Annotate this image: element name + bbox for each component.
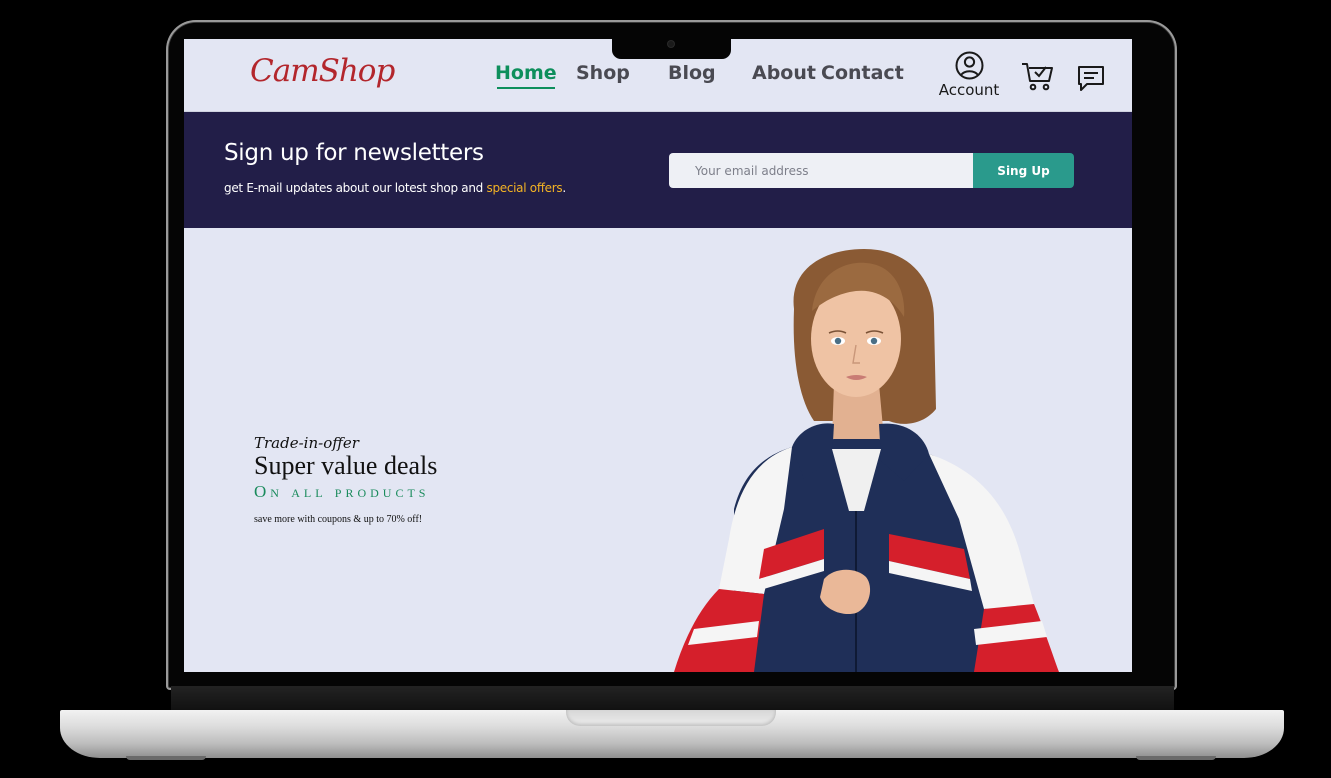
nav-blog[interactable]: Blog — [668, 62, 716, 84]
hero-title: Super value deals — [254, 451, 438, 480]
email-field[interactable] — [669, 153, 973, 188]
nav-contact[interactable]: Contact — [821, 62, 904, 84]
newsletter-subtitle-end: . — [562, 181, 566, 195]
user-circle-icon — [955, 51, 983, 80]
hero-note: save more with coupons & up to 70% off! — [254, 514, 423, 525]
newsletter-subtitle: get E-mail updates about our lotest shop… — [224, 181, 566, 195]
site-logo[interactable]: CamShop — [250, 53, 395, 89]
account-button[interactable]: Account — [936, 51, 1002, 101]
laptop-opening-notch — [566, 710, 776, 726]
laptop-foot — [1136, 756, 1216, 760]
nav-home[interactable]: Home — [495, 62, 557, 89]
camera-icon — [668, 41, 674, 47]
special-offers-link: special offers — [486, 181, 563, 195]
laptop-foot — [126, 756, 206, 760]
nav-about[interactable]: About — [752, 62, 816, 84]
cart-check-icon[interactable] — [1020, 60, 1056, 92]
camera-notch — [612, 39, 731, 59]
nav-shop[interactable]: Shop — [576, 62, 630, 84]
hero-subtitle: On all products — [254, 482, 430, 501]
laptop-chin — [171, 686, 1174, 710]
hero-section: Trade-in-offer Super value deals On all … — [184, 229, 1132, 672]
newsletter-subtitle-text: get E-mail updates about our lotest shop… — [224, 181, 487, 195]
signup-button[interactable]: Sing Up — [973, 153, 1074, 188]
newsletter-section: Sign up for newsletters get E-mail updat… — [184, 112, 1132, 228]
hero-kicker: Trade-in-offer — [254, 434, 359, 452]
chat-bubble-icon[interactable] — [1076, 64, 1106, 94]
laptop-screen: CamShop Home Shop Blog About Contact Acc… — [184, 39, 1132, 672]
hero-model-image — [674, 249, 1059, 672]
account-label: Account — [938, 81, 1000, 99]
newsletter-title: Sign up for newsletters — [224, 140, 484, 166]
